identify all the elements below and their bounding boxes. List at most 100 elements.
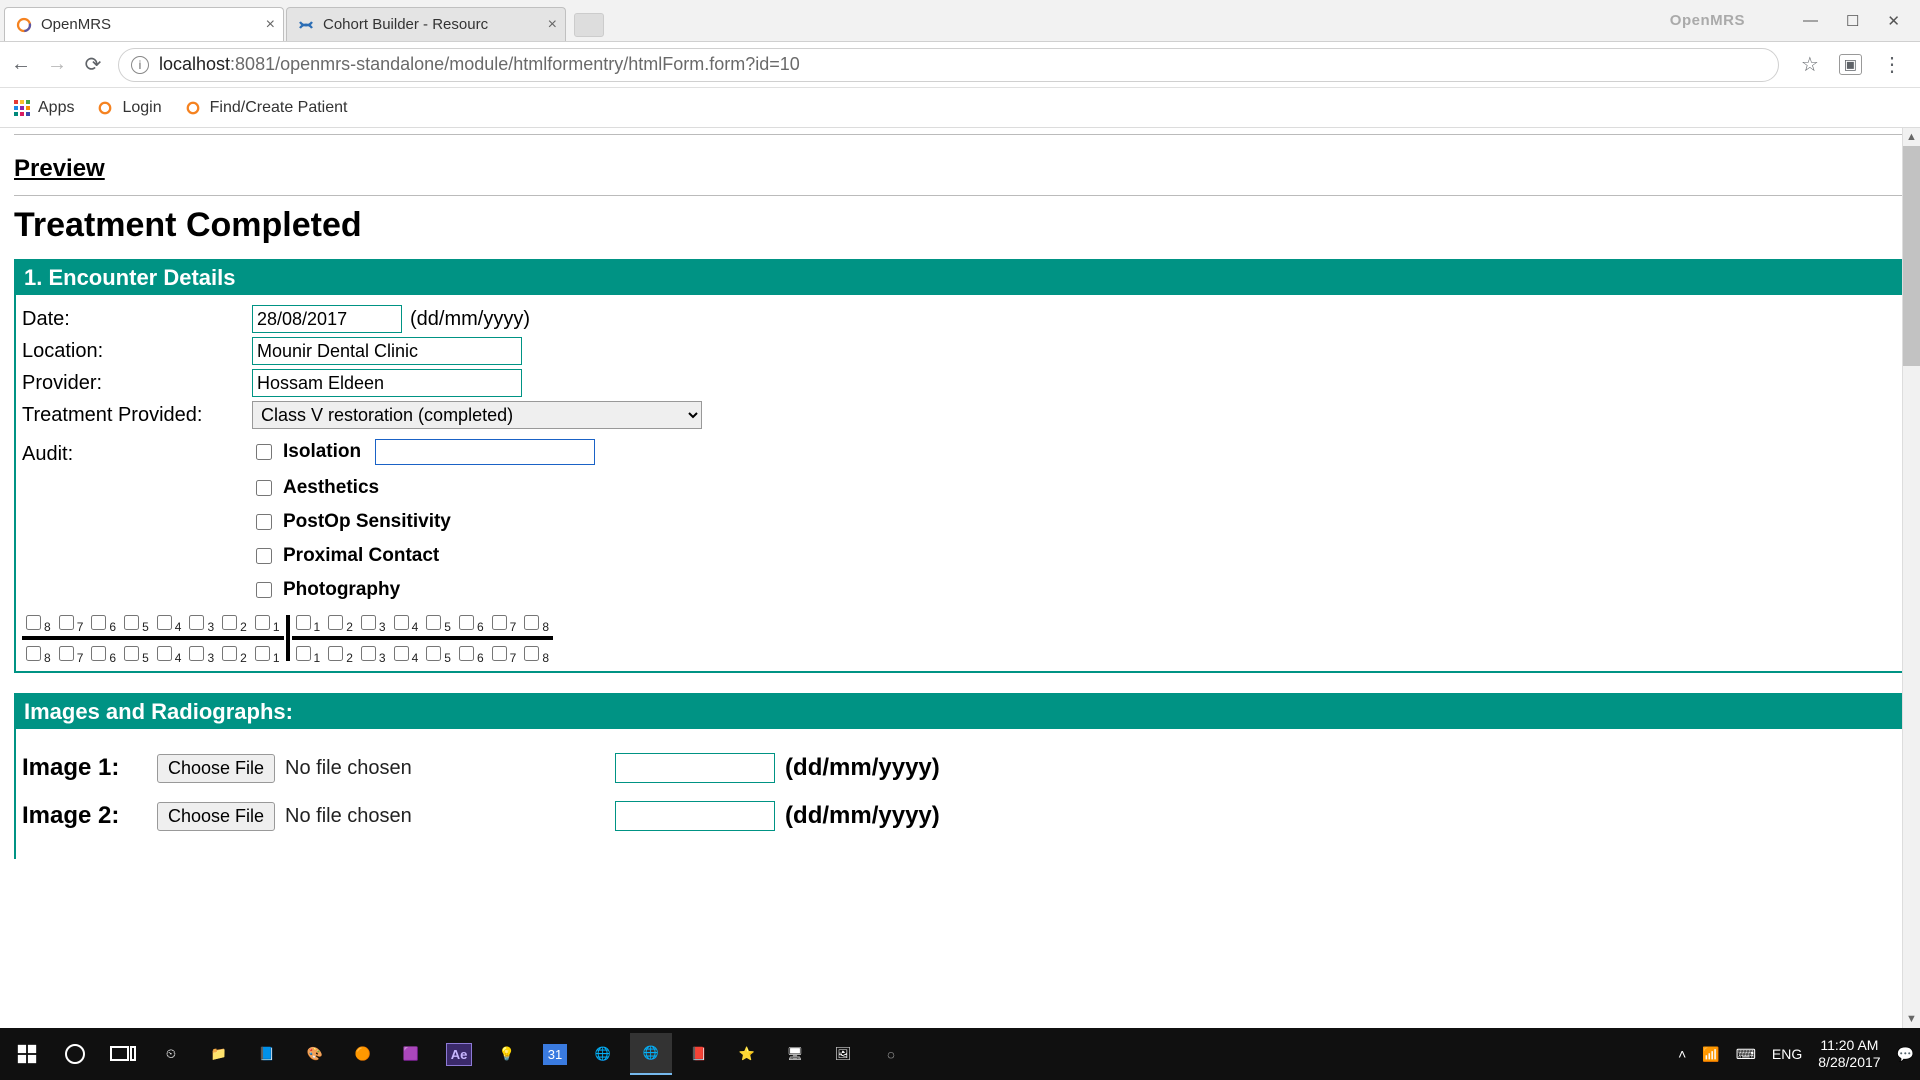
tooth-checkbox[interactable] (124, 615, 139, 630)
tooth-cell: 7 (492, 646, 517, 661)
close-icon[interactable]: × (266, 16, 275, 34)
tooth-checkbox[interactable] (189, 646, 204, 661)
tooth-checkbox[interactable] (492, 646, 507, 661)
proximal-checkbox[interactable] (256, 548, 272, 564)
new-tab-button[interactable] (574, 13, 604, 37)
notepad-icon[interactable]: 📘 (246, 1033, 288, 1075)
tooth-checkbox[interactable] (222, 646, 237, 661)
scrollbar[interactable]: ▲ ▼ (1902, 128, 1920, 1028)
notifications-icon[interactable]: 💬 (1897, 1046, 1914, 1063)
tooth-checkbox[interactable] (328, 646, 343, 661)
address-bar[interactable]: i localhost:8081/openmrs-standalone/modu… (118, 48, 1779, 82)
tooth-checkbox[interactable] (124, 646, 139, 661)
preview-heading[interactable]: Preview (14, 155, 105, 183)
aesthetics-checkbox[interactable] (256, 480, 272, 496)
app-icon-3[interactable]: 💡 (486, 1033, 528, 1075)
tooth-checkbox[interactable] (361, 615, 376, 630)
scroll-down-icon[interactable]: ▼ (1903, 1010, 1920, 1028)
tooth-checkbox[interactable] (255, 615, 270, 630)
calendar-icon[interactable]: 31 (534, 1033, 576, 1075)
provider-input[interactable] (252, 369, 522, 397)
tooth-checkbox[interactable] (91, 615, 106, 630)
start-button[interactable] (6, 1033, 48, 1075)
tooth-checkbox[interactable] (524, 646, 539, 661)
tooth-checkbox[interactable] (459, 615, 474, 630)
tooth-checkbox[interactable] (492, 615, 507, 630)
encounter-panel: 1. Encounter Details Date: (dd/mm/yyyy) … (14, 259, 1906, 673)
image-2-date-hint: (dd/mm/yyyy) (785, 802, 940, 830)
keyboard-icon[interactable]: ⌨ (1736, 1046, 1756, 1063)
tooth-checkbox[interactable] (426, 615, 441, 630)
isolation-input[interactable] (375, 439, 595, 465)
tray-chevron-icon[interactable]: ˄ (1678, 1046, 1686, 1062)
photography-checkbox[interactable] (256, 582, 272, 598)
app-icon-5[interactable]: ⭐ (726, 1033, 768, 1075)
tooth-checkbox[interactable] (26, 615, 41, 630)
tooth-checkbox[interactable] (328, 615, 343, 630)
app-icon-4[interactable]: 📕 (678, 1033, 720, 1075)
tooth-checkbox[interactable] (361, 646, 376, 661)
minimize-icon[interactable]: — (1803, 12, 1818, 29)
forward-icon[interactable]: → (46, 53, 68, 76)
tooth-checkbox[interactable] (296, 646, 311, 661)
date-input[interactable] (252, 305, 402, 333)
alarm-icon[interactable]: ⏲ (150, 1033, 192, 1075)
openmrs-app-icon[interactable]: ◌ (870, 1033, 912, 1075)
tooth-checkbox[interactable] (426, 646, 441, 661)
bookmark-find-patient[interactable]: Find/Create Patient (184, 99, 348, 117)
image-1-date-input[interactable] (615, 753, 775, 783)
after-effects-icon[interactable]: Ae (438, 1033, 480, 1075)
paint-icon[interactable]: 🎨 (294, 1033, 336, 1075)
tooth-checkbox[interactable] (296, 615, 311, 630)
postop-checkbox[interactable] (256, 514, 272, 530)
maximize-icon[interactable]: ☐ (1846, 12, 1859, 30)
tooth-checkbox[interactable] (255, 646, 270, 661)
choose-file-button-1[interactable]: Choose File (157, 754, 275, 783)
tooth-checkbox[interactable] (394, 615, 409, 630)
isolation-checkbox[interactable] (256, 444, 272, 460)
tooth-checkbox[interactable] (26, 646, 41, 661)
cortana-icon[interactable] (54, 1033, 96, 1075)
file-explorer-icon[interactable]: 📁 (198, 1033, 240, 1075)
chrome-icon[interactable]: 🌐 (582, 1033, 624, 1075)
tooth-checkbox[interactable] (222, 615, 237, 630)
close-icon[interactable]: × (548, 16, 557, 34)
scrollbar-thumb[interactable] (1903, 146, 1920, 366)
app-icon-2[interactable]: 🟪 (390, 1033, 432, 1075)
choose-file-button-2[interactable]: Choose File (157, 802, 275, 831)
reload-icon[interactable]: ⟳ (82, 52, 104, 77)
close-window-icon[interactable]: ✕ (1887, 12, 1900, 30)
star-icon[interactable]: ☆ (1801, 52, 1819, 77)
site-info-icon[interactable]: i (131, 56, 149, 74)
tooth-checkbox[interactable] (91, 646, 106, 661)
clock[interactable]: 11:20 AM 8/28/2017 (1818, 1037, 1880, 1071)
tab-openmrs[interactable]: OpenMRS × (4, 7, 284, 41)
language-indicator[interactable]: ENG (1772, 1046, 1802, 1062)
content-viewport[interactable]: Preview Treatment Completed 1. Encounter… (0, 128, 1920, 1028)
tooth-checkbox[interactable] (157, 615, 172, 630)
tooth-checkbox[interactable] (394, 646, 409, 661)
task-view-icon[interactable] (102, 1033, 144, 1075)
wifi-icon[interactable]: 📶 (1702, 1046, 1719, 1063)
scroll-up-icon[interactable]: ▲ (1903, 128, 1920, 146)
extension-icon[interactable]: ▣ (1839, 54, 1862, 75)
photos-icon[interactable]: 🖼 (822, 1033, 864, 1075)
apps-shortcut[interactable]: Apps (14, 99, 74, 117)
app-icon-6[interactable]: 🖥 (774, 1033, 816, 1075)
tooth-checkbox[interactable] (59, 646, 74, 661)
back-icon[interactable]: ← (10, 53, 32, 76)
tooth-checkbox[interactable] (59, 615, 74, 630)
location-input[interactable] (252, 337, 522, 365)
image-2-date-input[interactable] (615, 801, 775, 831)
tooth-checkbox[interactable] (524, 615, 539, 630)
bookmark-login[interactable]: Login (96, 99, 161, 117)
tooth-checkbox[interactable] (459, 646, 474, 661)
tab-cohort[interactable]: Cohort Builder - Resourc × (286, 7, 566, 41)
tooth-checkbox[interactable] (157, 646, 172, 661)
tooth-checkbox[interactable] (189, 615, 204, 630)
menu-icon[interactable]: ⋮ (1882, 52, 1902, 77)
app-icon-1[interactable]: 🟠 (342, 1033, 384, 1075)
treatment-select[interactable]: Class V restoration (completed) (252, 401, 702, 429)
chrome-active-icon[interactable]: 🌐 (630, 1033, 672, 1075)
taskbar: ⏲ 📁 📘 🎨 🟠 🟪 Ae 💡 31 🌐 🌐 📕 ⭐ 🖥 🖼 ◌ ˄ 📶 ⌨ … (0, 1028, 1920, 1080)
